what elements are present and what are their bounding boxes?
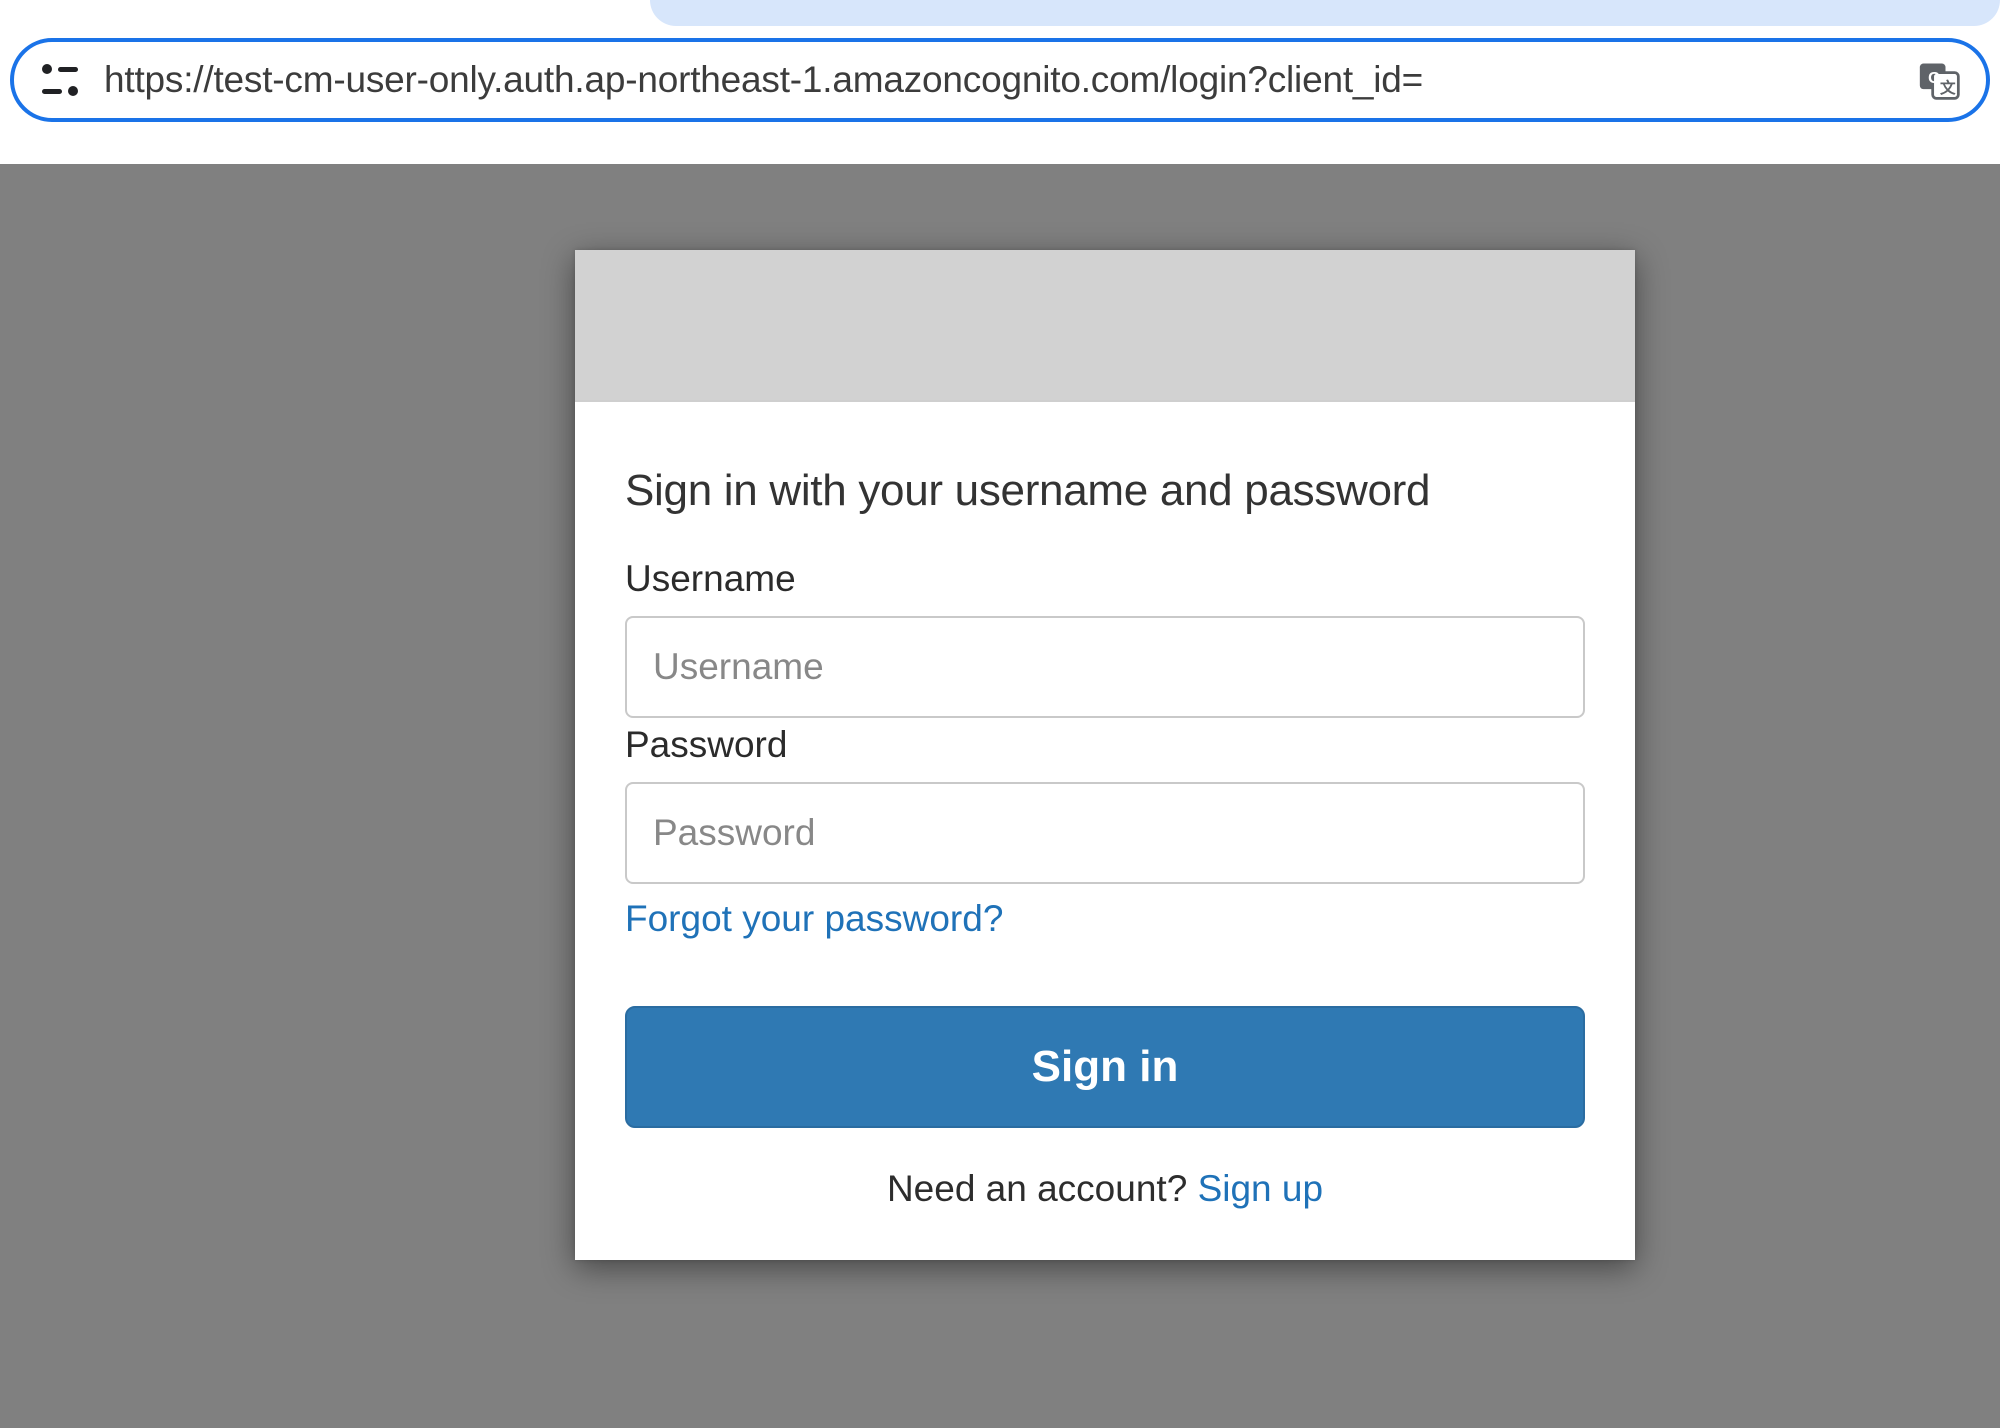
password-label: Password bbox=[625, 724, 1585, 766]
signup-row: Need an account? Sign up bbox=[625, 1168, 1585, 1260]
svg-text:文: 文 bbox=[1940, 78, 1956, 97]
login-card-header bbox=[575, 250, 1635, 402]
browser-top-accent bbox=[650, 0, 2000, 26]
forgot-password-link[interactable]: Forgot your password? bbox=[625, 898, 1003, 940]
translate-icon[interactable]: G 文 bbox=[1918, 58, 1962, 102]
svg-text:G: G bbox=[1928, 70, 1940, 87]
login-card-body: Sign in with your username and password … bbox=[575, 402, 1635, 1260]
login-title: Sign in with your username and password bbox=[625, 466, 1585, 516]
login-card: Sign in with your username and password … bbox=[575, 250, 1635, 1260]
address-bar[interactable]: https://test-cm-user-only.auth.ap-northe… bbox=[10, 38, 1990, 122]
signup-link[interactable]: Sign up bbox=[1198, 1168, 1324, 1209]
username-label: Username bbox=[625, 558, 1585, 600]
address-bar-url[interactable]: https://test-cm-user-only.auth.ap-northe… bbox=[104, 59, 1906, 101]
username-input[interactable] bbox=[625, 616, 1585, 718]
password-input[interactable] bbox=[625, 782, 1585, 884]
need-account-text: Need an account? bbox=[887, 1168, 1198, 1209]
signin-button[interactable]: Sign in bbox=[625, 1006, 1585, 1128]
page-viewport: Sign in with your username and password … bbox=[0, 164, 2000, 1428]
site-settings-icon[interactable] bbox=[42, 62, 78, 98]
browser-chrome-top: https://test-cm-user-only.auth.ap-northe… bbox=[0, 0, 2000, 164]
